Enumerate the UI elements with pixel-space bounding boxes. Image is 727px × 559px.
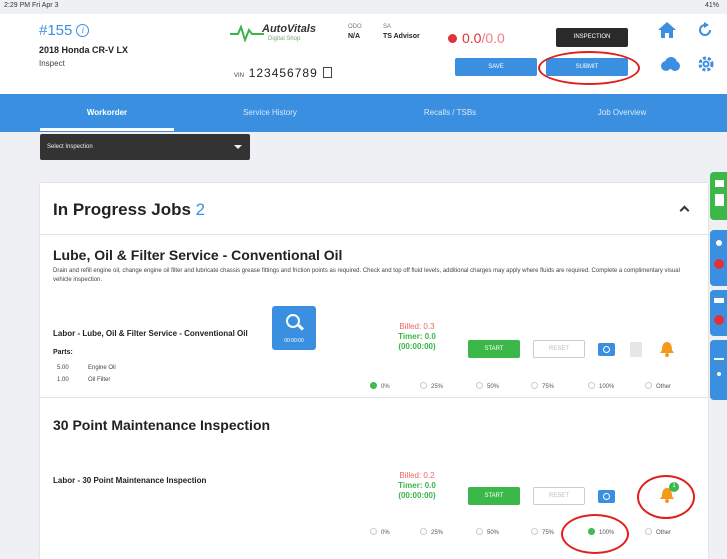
vin-number: 123456789 [248, 66, 318, 80]
header: #155 i 2018 Honda CR-V LX Inspect AutoVit… [0, 14, 727, 94]
in-progress-jobs-card: In Progress Jobs 2 Lube, Oil & Filter Se… [40, 183, 708, 559]
app-screen: { "status_bar": { "time": "2:29 PM Fri A… [0, 0, 727, 559]
progress-option[interactable]: 0% [370, 528, 390, 536]
select-inspection-dropdown[interactable]: Select Inspection [40, 134, 250, 160]
labor-line: Labor - Lube, Oil & Filter Service - Con… [53, 329, 248, 338]
reset-button[interactable]: RESET [533, 340, 585, 358]
highlight-circle [538, 51, 640, 85]
part-name: Engine Oil [88, 365, 116, 371]
progress-option[interactable]: Other [645, 382, 671, 390]
tab-recalls-tsbs[interactable]: Recalls / TSBs [380, 94, 520, 132]
chevron-up-icon[interactable] [679, 205, 690, 216]
parts-label: Parts: [53, 349, 73, 356]
card-title: In Progress Jobs 2 [53, 200, 206, 219]
progress-option[interactable]: 50% [476, 382, 499, 390]
labor-line: Labor - 30 Point Maintenance Inspection [53, 476, 207, 485]
job-count: 2 [195, 200, 206, 219]
user-icon [714, 240, 724, 269]
camera-icon[interactable] [598, 343, 615, 356]
job-title: Lube, Oil & Filter Service - Conventiona… [53, 247, 343, 263]
part-qty: 1.00 [57, 377, 69, 383]
progress-option[interactable]: Other [645, 528, 671, 536]
chevron-down-icon [234, 145, 242, 149]
price: 0.0/0.0 [448, 30, 505, 46]
home-icon[interactable] [658, 22, 676, 38]
active-tab-indicator [40, 128, 174, 131]
job-title: 30 Point Maintenance Inspection [53, 417, 271, 433]
inspection-button[interactable]: INSPECTION [556, 28, 628, 47]
document-icon[interactable] [630, 342, 642, 357]
job-description: Drain and refill engine oil, change engi… [53, 268, 680, 283]
progress-option[interactable]: 75% [531, 528, 554, 536]
progress-option[interactable]: 75% [531, 382, 554, 390]
progress-option[interactable]: 100% [588, 382, 614, 390]
history-icon [714, 358, 724, 376]
ro-number: #155 i [39, 22, 90, 39]
tab-workorder[interactable]: Workorder [40, 94, 174, 132]
start-button[interactable]: START [468, 487, 520, 505]
cloud-icon[interactable] [660, 57, 680, 71]
info-icon[interactable]: i [76, 24, 90, 37]
tab-service-history[interactable]: Service History [200, 94, 340, 132]
side-tab-history[interactable] [710, 340, 727, 400]
autovitals-logo: AutoVitals Digital Shop [230, 20, 340, 46]
battery-indicator: 41% [704, 2, 719, 9]
divider [40, 397, 708, 398]
inspection-search-button[interactable]: 00:00:00 [272, 306, 316, 350]
folder-icon [715, 180, 724, 206]
workorder-status: Inspect [39, 59, 65, 68]
part-name: Oil Filter [88, 377, 111, 383]
save-button[interactable]: SAVE [455, 58, 537, 76]
progress-option[interactable]: 25% [420, 382, 443, 390]
divider [40, 234, 708, 235]
side-tab-parts[interactable] [710, 172, 727, 220]
status-time: 2:29 PM Fri Apr 3 [4, 2, 59, 9]
job-timer: Billed: 0.3 Timer: 0.0 (00:00:00) [398, 322, 436, 351]
start-button[interactable]: START [468, 340, 520, 358]
reset-button[interactable]: RESET [533, 487, 585, 505]
part-qty: 5.00 [57, 365, 69, 371]
heartbeat-icon [230, 24, 264, 42]
job-timer: Billed: 0.2 Timer: 0.0 (00:00:00) [398, 471, 436, 500]
vin: VIN 123456789 [234, 66, 333, 80]
status-bar: 2:29 PM Fri Apr 3 41% [0, 0, 727, 14]
service-advisor: SA TS Advisor [383, 24, 420, 40]
copy-icon[interactable] [323, 67, 333, 78]
side-tab-customer[interactable] [710, 230, 727, 286]
refresh-icon[interactable] [697, 22, 713, 38]
progress-option[interactable]: 50% [476, 528, 499, 536]
gear-icon[interactable] [698, 56, 714, 72]
odometer: ODO N/A [348, 24, 362, 40]
bell-icon[interactable] [660, 341, 674, 357]
tab-bar: Workorder Service History Recalls / TSBs… [0, 94, 727, 132]
progress-option[interactable]: 25% [420, 528, 443, 536]
car-icon [714, 298, 724, 325]
highlight-circle [637, 475, 695, 519]
highlight-circle [561, 514, 629, 554]
alert-icon [448, 34, 457, 43]
progress-option[interactable]: 0% [370, 382, 390, 390]
camera-icon[interactable] [598, 490, 615, 503]
tab-job-overview[interactable]: Job Overview [552, 94, 692, 132]
vehicle-name: 2018 Honda CR-V LX [39, 45, 129, 55]
side-tab-vehicle[interactable] [710, 290, 727, 336]
